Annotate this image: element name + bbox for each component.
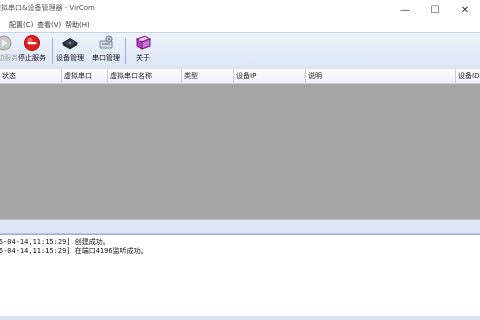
stop-service-button[interactable]: 停止服务 — [14, 35, 50, 67]
menu-help[interactable]: 帮助(H) — [65, 20, 90, 30]
column-header-port-name[interactable]: 虚拟串口名称 — [108, 69, 182, 83]
device-manage-label: 设备管理 — [56, 54, 84, 62]
window-title: 虚拟串口&设备管理器 - VirCom — [0, 4, 95, 12]
column-header-virtual-port[interactable]: 虚拟串口 — [62, 69, 108, 83]
column-header-status[interactable]: 状态 — [0, 69, 62, 83]
menu-bar: 配置(C) 查看(V) 帮助(H) — [0, 20, 480, 32]
port-settings-icon — [97, 35, 115, 51]
pane-splitter[interactable] — [0, 219, 480, 234]
device-icon — [61, 35, 79, 51]
port-manage-button[interactable]: 串口管理 — [89, 35, 123, 67]
log-line: [2025-04-14,11:15:29] 在端口4196监听成功。 — [0, 247, 148, 255]
about-label: 关于 — [136, 54, 150, 62]
maximize-button[interactable]: ☐ — [420, 0, 450, 20]
port-manage-label: 串口管理 — [92, 54, 120, 62]
log-pane: [2025-04-14,11:15:29] 创建成功。 [2025-04-14,… — [0, 234, 480, 317]
play-icon — [0, 35, 13, 51]
stop-icon — [23, 35, 41, 51]
column-header-device-id[interactable]: 设备ID — [456, 69, 480, 83]
column-header-device-ip[interactable]: 设备IP — [234, 69, 306, 83]
menu-view[interactable]: 查看(V) — [37, 20, 61, 30]
menu-config[interactable]: 配置(C) — [9, 20, 33, 30]
device-list-area[interactable] — [0, 84, 480, 219]
title-bar: 虚拟串口&设备管理器 - VirCom — ☐ ✕ — [0, 0, 480, 20]
minimize-button[interactable]: — — [390, 0, 420, 20]
about-book-icon — [134, 35, 152, 51]
device-table-header: 状态 虚拟串口 虚拟串口名称 类型 设备IP 说明 设备ID — [0, 69, 480, 84]
stop-service-label: 停止服务 — [18, 54, 46, 62]
column-header-type[interactable]: 类型 — [182, 69, 234, 83]
status-strip — [0, 316, 480, 320]
column-header-description[interactable]: 说明 — [306, 69, 456, 83]
toolbar: 启动服务 停止服务 设备管理 串口管理 关于 — [0, 32, 480, 70]
device-manage-button[interactable]: 设备管理 — [53, 35, 87, 67]
close-button[interactable]: ✕ — [450, 0, 480, 20]
toolbar-separator — [125, 38, 126, 64]
about-button[interactable]: 关于 — [128, 35, 158, 67]
